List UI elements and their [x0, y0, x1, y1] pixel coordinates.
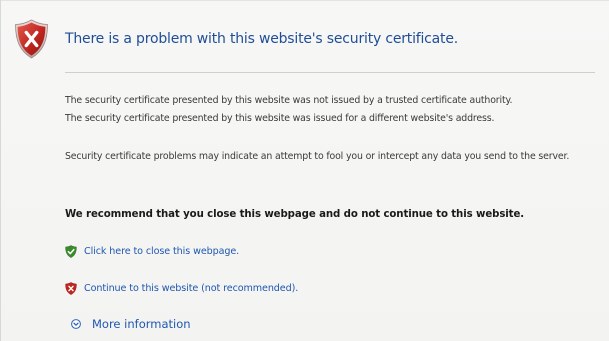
detail-line: The security certificate presented by th…: [65, 95, 513, 106]
detail-line: The security certificate presented by th…: [65, 113, 495, 124]
continue-website-link[interactable]: Continue to this website (not recommende…: [65, 282, 298, 295]
shield-error-icon: [65, 282, 77, 295]
expand-circle-icon[interactable]: [71, 319, 81, 329]
page-title: There is a problem with this website's s…: [65, 31, 459, 47]
shield-error-icon: [15, 19, 48, 59]
title-divider: [65, 72, 595, 73]
recommendation-text: We recommend that you close this webpage…: [65, 209, 525, 220]
more-information-toggle[interactable]: More information: [71, 317, 191, 331]
top-border: [1, 0, 609, 1]
close-webpage-link[interactable]: Click here to close this webpage.: [65, 245, 239, 258]
continue-website-label[interactable]: Continue to this website (not recommende…: [84, 283, 298, 294]
certificate-details: The security certificate presented by th…: [65, 92, 513, 128]
close-webpage-label[interactable]: Click here to close this webpage.: [84, 246, 239, 257]
more-information-label[interactable]: More information: [92, 317, 191, 331]
shield-ok-icon: [65, 245, 77, 258]
security-warning-text: Security certificate problems may indica…: [65, 151, 570, 162]
certificate-error-page: There is a problem with this website's s…: [0, 0, 609, 341]
